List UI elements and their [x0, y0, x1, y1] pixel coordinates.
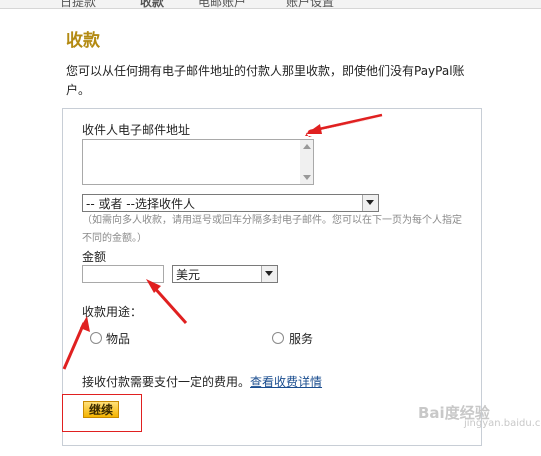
annotation-arrows — [62, 113, 383, 370]
arrow-annotation-email-head — [306, 124, 322, 134]
watermark-sub: jingyan.baidu.com — [464, 418, 541, 429]
arrow-annotation-purpose-shaft — [62, 322, 86, 370]
arrow-annotation-amount-shaft — [150, 283, 188, 325]
